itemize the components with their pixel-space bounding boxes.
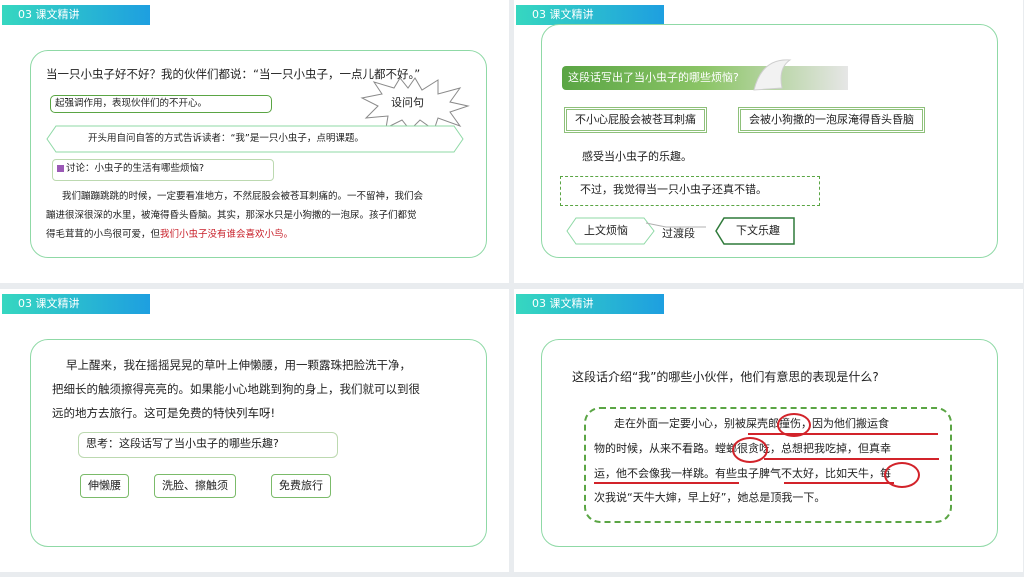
para-line-4: 次我说“天牛大婶，早上好”，她总是顶我一下。 bbox=[594, 491, 826, 504]
para-line-2: 蹦进很深很深的水里，被淹得昏头昏脑。其实，那深水只是小狗撒的一泡尿。孩子们都觉 bbox=[46, 210, 417, 221]
fun-text: 感受当小虫子的乐趣。 bbox=[582, 150, 692, 163]
bullet-icon bbox=[57, 165, 64, 172]
underline-1 bbox=[748, 433, 938, 435]
para-line-1: 早上醒来，我在摇摇晃晃的草叶上伸懒腰，用一颗露珠把脸洗干净， bbox=[66, 358, 411, 372]
para-line-2: 把细长的触须擦得亮亮的。如果能小心地跳到狗的身上，我们就可以到很 bbox=[52, 382, 420, 396]
para-last-red: 我们小虫子没有谁会喜欢小鸟。 bbox=[160, 229, 294, 240]
section-header: 03 课文精讲 bbox=[2, 5, 150, 25]
emphasis-note: 起强调作用，表现伙伴们的不开心。 bbox=[50, 95, 272, 113]
underline-3 bbox=[594, 482, 739, 484]
intro-note: 开头用自问自答的方式告诉读者：“我”是一只小虫子，点明课题。 bbox=[88, 133, 364, 144]
highlight-circle-beetle bbox=[777, 413, 811, 437]
para-line-3: 运，他不会像我一样跳。有些虫子脾气不太好，比如天牛，每 bbox=[594, 467, 891, 480]
worry-box-left: 不小心屁股会被苍耳刺痛 bbox=[564, 107, 707, 133]
highlight-circle-mantis bbox=[732, 437, 768, 463]
tag-stretch: 伸懒腰 bbox=[80, 474, 129, 498]
tag-next-fun: 下文乐趣 bbox=[736, 224, 780, 237]
para-line-1: 走在外面一定要小心，别被屎壳郎撞伤，因为他们搬运食 bbox=[614, 417, 889, 430]
underline-4 bbox=[784, 482, 894, 484]
banner-text: 这段话写出了当小虫子的哪些烦恼? bbox=[568, 71, 739, 84]
question-text: 这段话介绍“我”的哪些小伙伴，他们有意思的表现是什么? bbox=[572, 370, 879, 384]
tag-wash: 洗脸、擦触须 bbox=[154, 474, 236, 498]
slide-1[interactable]: 03 课文精讲 当一只小虫子好不好？我的伙伴们都说：“当一只小虫子，一点儿都不好… bbox=[0, 0, 509, 283]
think-text: 思考：这段话写了当小虫子的哪些乐趣? bbox=[86, 437, 279, 450]
para-line-3: 远的地方去旅行。这可是免费的特快列车呀! bbox=[52, 406, 276, 420]
tag-free-travel: 免费旅行 bbox=[271, 474, 331, 498]
worry-box-right: 会被小狗撒的一泡尿淹得昏头昏脑 bbox=[738, 107, 925, 133]
section-header: 03 课文精讲 bbox=[2, 294, 150, 314]
tag-prev-worry: 上文烦恼 bbox=[584, 224, 628, 237]
tag-transition: 过渡段 bbox=[662, 227, 695, 240]
slide-2[interactable]: 03 课文精讲 这段话写出了当小虫子的哪些烦恼? 不小心屁股会被苍耳刺痛 会被小… bbox=[514, 0, 1023, 283]
para-line-3: 得毛茸茸的小鸟很可爱，但我们小虫子没有谁会喜欢小鸟。 bbox=[46, 225, 293, 245]
section-header: 03 课文精讲 bbox=[516, 5, 664, 25]
para-last-plain: 得毛茸茸的小鸟很可爱，但 bbox=[46, 229, 161, 240]
slide-4[interactable]: 03 课文精讲 这段话介绍“我”的哪些小伙伴，他们有意思的表现是什么? 走在外面… bbox=[514, 289, 1023, 572]
slide-3[interactable]: 03 课文精讲 早上醒来，我在摇摇晃晃的草叶上伸懒腰，用一颗露珠把脸洗干净， 把… bbox=[0, 289, 509, 572]
page-curl-shape bbox=[753, 59, 792, 91]
section-header: 03 课文精讲 bbox=[516, 294, 664, 314]
underline-2 bbox=[764, 458, 939, 460]
burst-label: 设问句 bbox=[391, 96, 424, 109]
quote-text: 不过，我觉得当一只小虫子还真不错。 bbox=[580, 183, 767, 196]
highlight-circle-longhorn bbox=[884, 462, 920, 488]
para-line-1: 我们蹦蹦跳跳的时候，一定要看准地方，不然屁股会被苍耳刺痛的。一不留神，我们会 bbox=[62, 191, 424, 202]
discussion-text: 讨论：小虫子的生活有哪些烦恼? bbox=[66, 163, 205, 174]
